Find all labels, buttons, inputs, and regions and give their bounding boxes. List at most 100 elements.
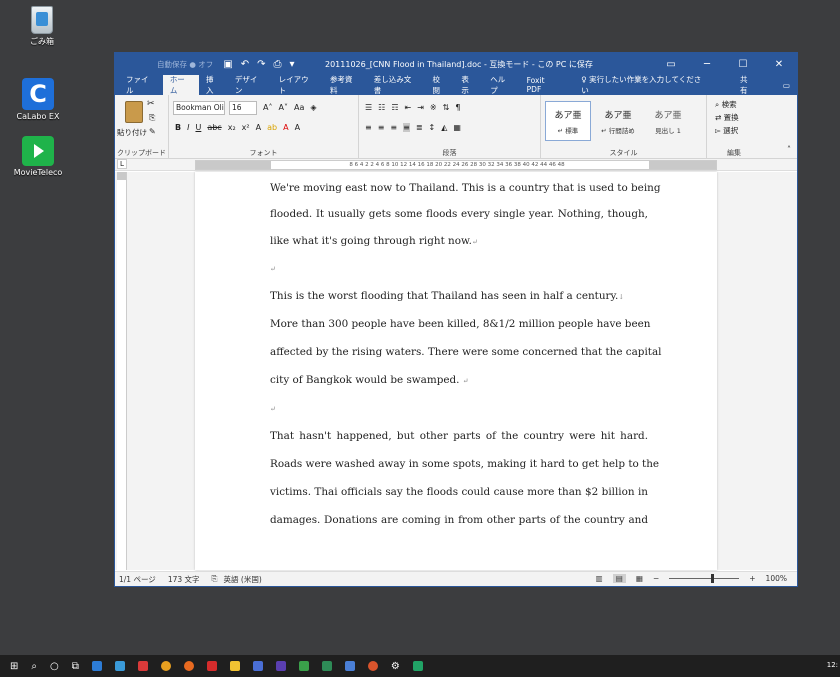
- underline-icon[interactable]: U: [195, 123, 201, 132]
- line-spacing-icon[interactable]: ↕: [429, 123, 436, 132]
- align-right-icon[interactable]: ≡: [390, 123, 397, 132]
- tab-view[interactable]: 表示: [454, 75, 483, 95]
- zoom-level[interactable]: 100%: [766, 574, 787, 583]
- autosave-toggle[interactable]: 自動保存 ● オフ: [157, 59, 213, 70]
- settings-icon[interactable]: ⚙: [391, 661, 400, 672]
- ribbon-display-icon[interactable]: ▭: [653, 53, 689, 75]
- collapse-ribbon-icon[interactable]: ˄: [787, 145, 791, 154]
- close-button[interactable]: ✕: [761, 53, 797, 75]
- print-preview-icon[interactable]: ⎙: [274, 59, 282, 70]
- document-area[interactable]: We're moving east now to Thailand. This …: [115, 172, 797, 570]
- justify-icon[interactable]: ≡: [403, 123, 410, 132]
- word-count[interactable]: 173 文字: [168, 574, 200, 585]
- select-button[interactable]: ▻ 選択: [715, 125, 738, 136]
- decrease-indent-icon[interactable]: ⇤: [405, 103, 412, 112]
- language-status[interactable]: 英語 (米国): [224, 574, 262, 585]
- sort-icon[interactable]: ⇅: [443, 103, 450, 112]
- align-center-icon[interactable]: ≡: [378, 123, 385, 132]
- zoom-out-icon[interactable]: −: [653, 574, 659, 583]
- tab-foxit-pdf[interactable]: Foxit PDF: [520, 75, 569, 95]
- bullets-icon[interactable]: ☰: [365, 103, 372, 112]
- copy-icon[interactable]: ⎘: [149, 113, 155, 123]
- shading-icon[interactable]: ◭: [441, 123, 447, 132]
- clock[interactable]: 12:: [827, 661, 838, 669]
- show-marks-icon[interactable]: ¶: [455, 103, 460, 112]
- tab-layout[interactable]: レイアウト: [272, 75, 323, 95]
- share-button[interactable]: 共有: [733, 75, 762, 95]
- taskbar-app-icon[interactable]: [114, 661, 125, 671]
- numbering-icon[interactable]: ☷: [378, 103, 385, 112]
- redo-icon[interactable]: ↷: [257, 59, 265, 70]
- change-case-icon[interactable]: Aa: [294, 103, 304, 112]
- undo-icon[interactable]: ↶: [241, 59, 249, 70]
- minimize-button[interactable]: ─: [689, 53, 725, 75]
- taskbar-app-icon[interactable]: [206, 661, 217, 671]
- taskbar-app-icon[interactable]: [367, 661, 378, 671]
- tell-me-search[interactable]: ♀ 実行したい作業を入力してください: [574, 75, 715, 95]
- highlight-icon[interactable]: ab: [267, 123, 277, 132]
- taskbar-app-icon[interactable]: [321, 661, 332, 671]
- font-size-select[interactable]: 16: [229, 101, 257, 115]
- tab-help[interactable]: ヘルプ: [483, 75, 519, 95]
- proofing-icon[interactable]: ⎘: [212, 574, 218, 584]
- onenote-icon[interactable]: [275, 661, 286, 671]
- align-left-icon[interactable]: ≡: [365, 123, 372, 132]
- customize-qat-icon[interactable]: ▾: [290, 59, 295, 70]
- text-effect-icon[interactable]: A: [256, 123, 261, 132]
- distributed-icon[interactable]: ≣: [416, 123, 423, 132]
- tab-review[interactable]: 校閲: [425, 75, 454, 95]
- zoom-slider[interactable]: [669, 574, 740, 583]
- format-painter-icon[interactable]: ✎: [149, 127, 156, 136]
- document-page[interactable]: We're moving east now to Thailand. This …: [195, 172, 717, 570]
- movieteleco-shortcut[interactable]: MovieTeleco: [8, 136, 68, 177]
- font-name-select[interactable]: Bookman Oli: [173, 101, 225, 115]
- grow-font-icon[interactable]: A˄: [263, 103, 272, 112]
- excel-icon[interactable]: [412, 661, 423, 671]
- zoom-in-icon[interactable]: +: [749, 574, 755, 583]
- chrome-icon[interactable]: [160, 661, 171, 671]
- font-color-icon[interactable]: A: [283, 123, 288, 132]
- increase-indent-icon[interactable]: ⇥: [417, 103, 424, 112]
- firefox-icon[interactable]: [183, 661, 194, 671]
- task-view-icon[interactable]: ⧉: [72, 661, 79, 672]
- asian-layout-icon[interactable]: ※: [430, 103, 437, 112]
- clear-format-icon[interactable]: ◈: [310, 103, 316, 112]
- tab-file[interactable]: ファイル: [119, 75, 163, 95]
- print-layout-icon[interactable]: ▤: [612, 574, 626, 583]
- shrink-font-icon[interactable]: A˅: [278, 103, 287, 112]
- web-layout-icon[interactable]: ▦: [636, 574, 643, 583]
- replace-button[interactable]: ⇄ 置換: [715, 112, 739, 123]
- tab-insert[interactable]: 挿入: [199, 75, 228, 95]
- tab-home[interactable]: ホーム: [162, 75, 199, 95]
- paste-icon[interactable]: [125, 101, 143, 123]
- cortana-icon[interactable]: ○: [50, 661, 59, 672]
- comments-icon[interactable]: ▭: [776, 75, 797, 95]
- file-explorer-icon[interactable]: [229, 661, 240, 671]
- find-button[interactable]: ⌕ 検索: [715, 99, 737, 110]
- taskbar-app-icon[interactable]: [137, 661, 148, 671]
- char-shading-icon[interactable]: A: [295, 123, 300, 132]
- borders-icon[interactable]: ▦: [453, 123, 461, 132]
- read-mode-icon[interactable]: ▥: [596, 574, 603, 583]
- superscript-icon[interactable]: x²: [242, 123, 250, 132]
- taskbar-app-icon[interactable]: [344, 661, 355, 671]
- strikethrough-icon[interactable]: abc: [207, 123, 221, 132]
- search-icon[interactable]: ⌕: [31, 661, 37, 672]
- tab-mailings[interactable]: 差し込み文書: [367, 75, 426, 95]
- tab-selector[interactable]: L: [117, 159, 127, 169]
- subscript-icon[interactable]: x₂: [228, 123, 236, 132]
- style-normal[interactable]: あア亜 ↵ 標準: [545, 101, 591, 141]
- tab-references[interactable]: 参考資料: [323, 75, 367, 95]
- cut-icon[interactable]: ✂: [147, 99, 155, 109]
- style-no-spacing[interactable]: あア亜 ↵ 行間詰め: [595, 101, 641, 141]
- italic-icon[interactable]: I: [187, 123, 189, 132]
- taskbar-app-icon[interactable]: [91, 661, 102, 671]
- multilevel-list-icon[interactable]: ☶: [391, 103, 398, 112]
- bold-icon[interactable]: B: [175, 123, 181, 132]
- paste-button[interactable]: 貼り付け: [117, 127, 147, 138]
- maximize-button[interactable]: ☐: [725, 53, 761, 75]
- start-icon[interactable]: ⊞: [10, 661, 18, 672]
- recycle-bin-shortcut[interactable]: ごみ箱: [12, 6, 72, 47]
- save-icon[interactable]: ▣: [223, 59, 232, 70]
- tab-design[interactable]: デザイン: [228, 75, 272, 95]
